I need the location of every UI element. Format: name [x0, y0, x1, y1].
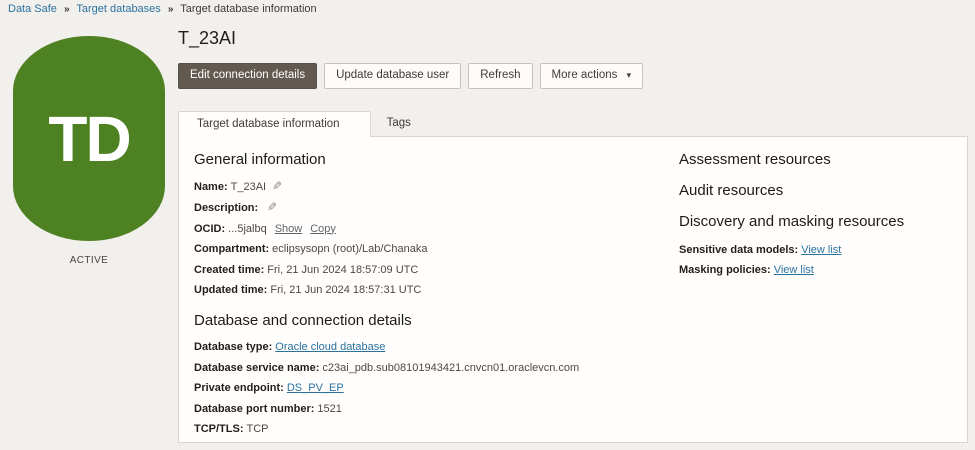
field-created-time-value: Fri, 21 Jun 2024 18:57:09 UTC — [267, 264, 418, 276]
breadcrumb-current: Target database information — [180, 3, 316, 15]
field-description: Description:✎ — [194, 201, 664, 214]
more-actions-button[interactable]: More actions ▾ — [540, 63, 644, 89]
ocid-copy-link[interactable]: Copy — [310, 223, 336, 235]
tab-tags[interactable]: Tags — [371, 111, 427, 136]
field-masking-policies: Masking policies:View list — [679, 264, 957, 276]
general-information-heading: General information — [194, 151, 664, 168]
status-badge: ACTIVE — [0, 255, 178, 266]
main-content: T_23AI Edit connection details Update da… — [178, 28, 975, 443]
field-name: Name:T_23AI✎ — [194, 180, 664, 193]
edit-connection-details-button[interactable]: Edit connection details — [178, 63, 317, 89]
refresh-button[interactable]: Refresh — [468, 63, 532, 89]
resources-column: Assessment resources Audit resources Dis… — [679, 143, 957, 285]
page: { "breadcrumb": { "separator": "\u00bb",… — [0, 0, 975, 450]
sensitive-data-models-view-list-link[interactable]: View list — [801, 244, 841, 256]
left-rail: TD ACTIVE — [0, 24, 178, 266]
field-database-service-name: Database service name:c23ai_pdb.sub08101… — [194, 362, 664, 374]
field-database-port-value: 1521 — [317, 403, 341, 415]
field-tcp-tls-value: TCP — [247, 423, 269, 435]
more-actions-label: More actions — [552, 69, 618, 81]
breadcrumb-separator: » — [64, 4, 70, 15]
audit-resources-heading: Audit resources — [679, 182, 957, 199]
breadcrumb-link-target-databases[interactable]: Target databases — [76, 3, 160, 15]
private-endpoint-link[interactable]: DS_PV_EP — [287, 382, 344, 394]
tab-bar: Target database information Tags — [178, 111, 975, 136]
field-sensitive-data-models: Sensitive data models:View list — [679, 244, 957, 256]
target-database-initials: TD — [48, 107, 129, 171]
field-compartment: Compartment:eclipsysopn (root)/Lab/Chana… — [194, 243, 664, 255]
field-private-endpoint: Private endpoint:DS_PV_EP — [194, 382, 664, 394]
update-database-user-button[interactable]: Update database user — [324, 63, 461, 89]
chevron-down-icon: ▾ — [627, 70, 632, 80]
page-title: T_23AI — [178, 28, 975, 49]
field-created-time: Created time:Fri, 21 Jun 2024 18:57:09 U… — [194, 264, 664, 276]
masking-policies-view-list-link[interactable]: View list — [774, 264, 814, 276]
database-connection-heading: Database and connection details — [194, 312, 664, 329]
field-database-type: Database type:Oracle cloud database — [194, 341, 664, 353]
tab-target-database-information[interactable]: Target database information — [178, 111, 371, 137]
edit-description-icon[interactable]: ✎ — [267, 201, 277, 213]
field-updated-time: Updated time:Fri, 21 Jun 2024 18:57:31 U… — [194, 284, 664, 296]
details-column: General information Name:T_23AI✎ Descrip… — [194, 143, 664, 444]
database-type-link[interactable]: Oracle cloud database — [275, 341, 385, 353]
field-name-value: T_23AI — [231, 181, 266, 193]
edit-name-icon[interactable]: ✎ — [272, 180, 282, 192]
discovery-masking-heading: Discovery and masking resources — [679, 213, 957, 230]
field-tcp-tls: TCP/TLS:TCP — [194, 423, 664, 435]
field-ocid: OCID:...5jalbqShowCopy — [194, 223, 664, 235]
field-database-port: Database port number:1521 — [194, 403, 664, 415]
tab-content-card: General information Name:T_23AI✎ Descrip… — [178, 136, 968, 443]
toolbar: Edit connection details Update database … — [178, 63, 975, 89]
field-compartment-value: eclipsysopn (root)/Lab/Chanaka — [272, 243, 427, 255]
breadcrumb-separator: » — [168, 4, 174, 15]
field-database-service-name-value: c23ai_pdb.sub08101943421.cnvcn01.oraclev… — [322, 362, 579, 374]
breadcrumb-link-data-safe[interactable]: Data Safe — [8, 3, 57, 15]
assessment-resources-heading: Assessment resources — [679, 151, 957, 168]
ocid-show-link[interactable]: Show — [275, 223, 303, 235]
field-updated-time-value: Fri, 21 Jun 2024 18:57:31 UTC — [270, 284, 421, 296]
breadcrumb: Data Safe » Target databases » Target da… — [8, 3, 317, 15]
field-ocid-value: ...5jalbq — [228, 223, 267, 235]
target-database-icon: TD — [13, 36, 165, 241]
